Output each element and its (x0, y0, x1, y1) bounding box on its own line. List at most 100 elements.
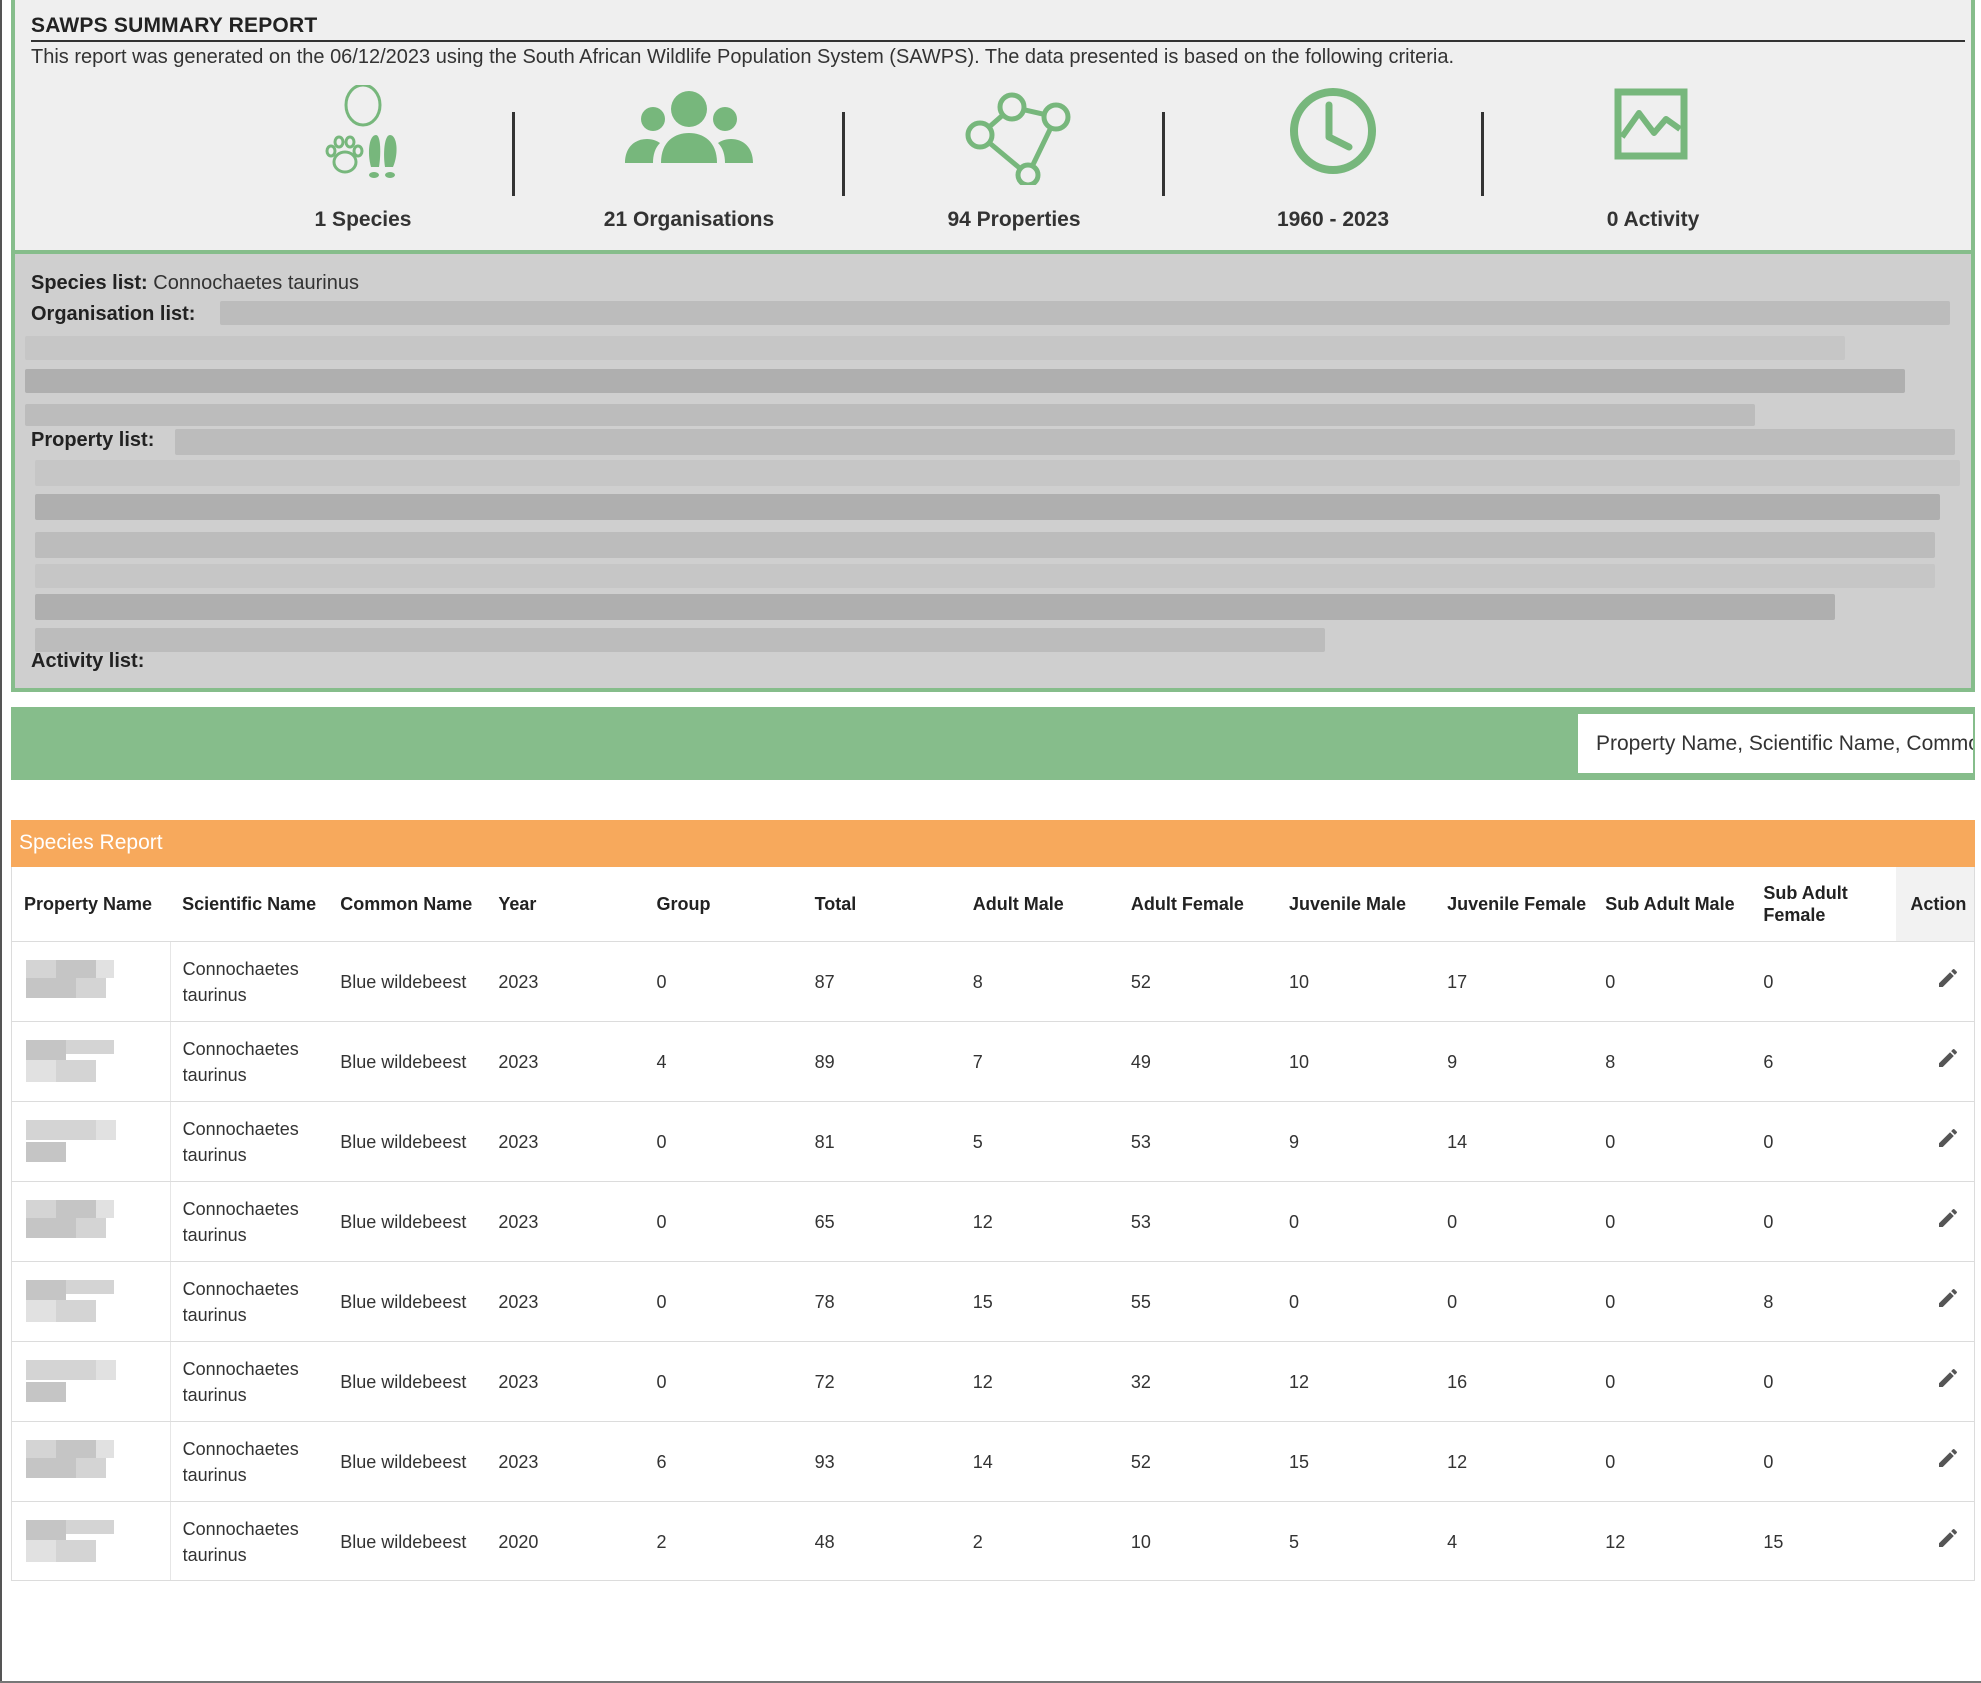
sub-adult-female-cell: 8 (1751, 1261, 1897, 1342)
adult-female-cell: 32 (1118, 1341, 1277, 1422)
col-sub-adult-male[interactable]: Sub Adult Male (1593, 867, 1752, 942)
sub-adult-male-cell: 0 (1593, 1341, 1752, 1422)
organisation-list-label: Organisation list: (31, 303, 196, 325)
scientific-name-cell: Connochaetes taurinus (170, 1101, 329, 1182)
property-name-cell-redacted (12, 1341, 171, 1422)
sub-adult-male-cell: 0 (1593, 1101, 1752, 1182)
edit-pencil-icon[interactable] (1936, 1126, 1960, 1150)
edit-pencil-icon-svg (1939, 1288, 1958, 1307)
edit-pencil-icon-svg (1939, 1048, 1958, 1067)
edit-pencil-icon[interactable] (1936, 1446, 1960, 1470)
adult-male-cell: 12 (960, 1181, 1119, 1262)
juvenile-female-cell: 12 (1435, 1421, 1594, 1502)
year-cell: 2023 (486, 1341, 645, 1422)
table-row: Connochaetes taurinus Blue wildebeest 2023… (12, 1341, 1974, 1422)
juvenile-male-cell: 0 (1277, 1181, 1436, 1262)
edit-pencil-icon[interactable] (1936, 1366, 1960, 1390)
common-name-cell: Blue wildebeest (328, 941, 487, 1022)
property-name-cell-redacted (12, 1181, 171, 1262)
col-sub-adult-female[interactable]: Sub Adult Female (1751, 867, 1897, 942)
adult-male-cell: 8 (960, 941, 1119, 1022)
edit-pencil-icon[interactable] (1936, 1526, 1960, 1550)
sub-adult-male-cell: 12 (1605, 1531, 1626, 1552)
col-property-name[interactable]: Property Name (12, 867, 171, 942)
species-paw-icon (325, 85, 397, 178)
edit-pencil-icon-svg (1939, 1448, 1958, 1467)
juvenile-female-cell: 9 (1435, 1021, 1594, 1102)
organisations-users-icon (625, 91, 753, 163)
adult-female-cell: 52 (1118, 1421, 1277, 1502)
common-name-cell: Blue wildebeest (328, 1421, 487, 1502)
col-group[interactable]: Group (644, 867, 803, 942)
col-juvenile-female[interactable]: Juvenile Female (1435, 867, 1594, 942)
stat-divider (512, 112, 515, 196)
juvenile-female-cell: 4 (1447, 1531, 1458, 1552)
edit-pencil-icon-svg (1939, 1208, 1958, 1227)
juvenile-female-cell: 17 (1435, 941, 1594, 1022)
sub-adult-male-cell: 8 (1593, 1021, 1752, 1102)
adult-female-cell: 52 (1118, 941, 1277, 1022)
stat-properties: 94 Properties (884, 85, 1144, 245)
col-juvenile-male[interactable]: Juvenile Male (1277, 867, 1436, 942)
juvenile-male-cell: 5 (1289, 1531, 1300, 1552)
stat-organisations: 21 Organisations (559, 85, 819, 245)
species-list: Species list: Connochaetes taurinus (31, 272, 359, 295)
year-cell: 2023 (486, 941, 645, 1022)
sub-adult-female-cell: 0 (1751, 1181, 1897, 1262)
summary-header: SAWPS SUMMARY REPORT This report was gen… (15, 0, 1971, 250)
scientific-name-cell: Connochaetes taurinus (170, 1341, 329, 1422)
juvenile-female-cell: 0 (1435, 1181, 1594, 1262)
adult-female-cell: 55 (1118, 1261, 1277, 1342)
edit-pencil-icon-svg (1939, 968, 1958, 987)
group-cell: 0 (644, 1181, 803, 1262)
table-row: Connochaetes taurinus Blue wildebeest 2020… (12, 1501, 1974, 1580)
juvenile-male-cell: 9 (1277, 1101, 1436, 1182)
stat-activity: 0 Activity (1523, 85, 1783, 245)
juvenile-male-cell: 10 (1277, 941, 1436, 1022)
col-adult-female[interactable]: Adult Female (1118, 867, 1277, 942)
action-cell (1896, 1421, 1974, 1502)
sub-adult-male-cell: 0 (1593, 1261, 1752, 1342)
group-cell: 6 (644, 1421, 803, 1502)
year-cell: 2023 (486, 1421, 645, 1502)
report-title: SAWPS SUMMARY REPORT (31, 14, 1965, 42)
scientific-name-cell: Connochaetes taurinus (182, 1518, 299, 1565)
col-adult-male[interactable]: Adult Male (960, 867, 1119, 942)
sub-adult-male-cell: 0 (1593, 1421, 1752, 1502)
table-header-row: Property Name Scientific Name Common Nam… (12, 867, 1974, 942)
properties-polygon-icon (965, 92, 1071, 185)
group-cell: 0 (644, 941, 803, 1022)
page-left-border (0, 0, 2, 1683)
summary-stats: 1 Species 21 Organisations 94 Properties… (15, 85, 1971, 245)
col-total[interactable]: Total (802, 867, 961, 942)
col-year[interactable]: Year (486, 867, 645, 942)
adult-female-cell: 10 (1130, 1531, 1151, 1552)
col-scientific-name[interactable]: Scientific Name (170, 867, 329, 942)
adult-female-cell: 49 (1118, 1021, 1277, 1102)
sub-adult-female-cell: 0 (1751, 1101, 1897, 1182)
scientific-name-cell: Connochaetes taurinus (170, 1261, 329, 1342)
criteria-lists: Species list: Connochaetes taurinus Orga… (15, 250, 1971, 688)
group-cell: 2 (656, 1531, 667, 1552)
col-common-name[interactable]: Common Name (328, 867, 487, 942)
common-name-cell: Blue wildebeest (328, 1181, 487, 1262)
edit-pencil-icon[interactable] (1936, 1046, 1960, 1070)
edit-pencil-icon-svg (1939, 1128, 1958, 1147)
edit-pencil-icon[interactable] (1936, 966, 1960, 990)
edit-pencil-icon[interactable] (1936, 1286, 1960, 1310)
stat-species-label: 1 Species (314, 208, 412, 231)
action-cell (1896, 1021, 1974, 1102)
adult-male-cell: 12 (960, 1341, 1119, 1422)
activity-list-label: Activity list: (31, 650, 145, 672)
action-cell (1896, 1341, 1974, 1422)
adult-male-cell: 2 (972, 1531, 983, 1552)
edit-pencil-icon[interactable] (1936, 1206, 1960, 1230)
sub-adult-female-cell: 0 (1751, 1341, 1897, 1422)
year-cell: 2023 (486, 1101, 645, 1182)
year-cell: 2023 (486, 1181, 645, 1262)
common-name-cell: Blue wildebeest (328, 1261, 487, 1342)
common-name-cell: Blue wildebeest (328, 1341, 487, 1422)
action-cell (1896, 1181, 1974, 1262)
table-row: Connochaetes taurinus Blue wildebeest 2023… (12, 1261, 1974, 1342)
search-input[interactable] (1578, 714, 1973, 773)
